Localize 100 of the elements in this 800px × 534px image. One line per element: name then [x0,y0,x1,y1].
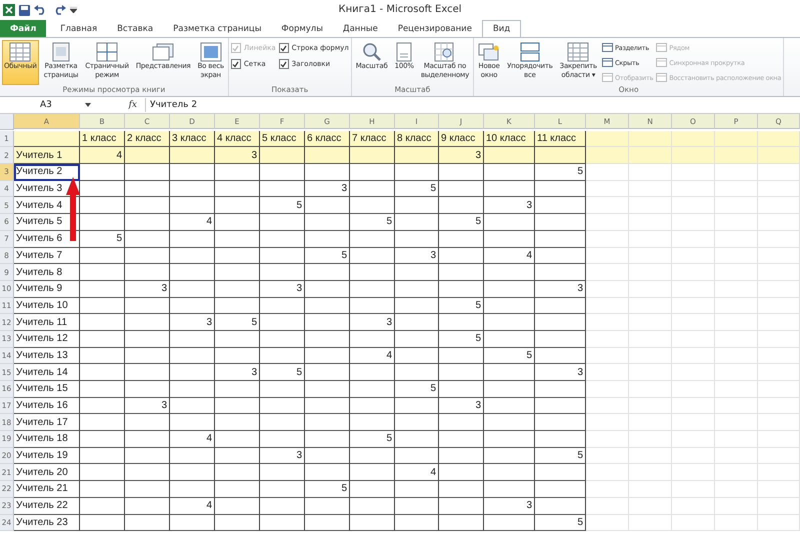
table-cell [395,280,439,298]
table-cell [672,481,715,498]
table-cell: 3 [125,398,170,414]
table-cell [170,448,215,464]
table-cell: 1 класс [80,130,125,148]
fx-label[interactable]: fx [99,100,141,110]
table-cell [439,448,484,464]
table-cell [586,348,629,364]
table-cell [535,481,586,498]
ribbon-tab[interactable]: Разметка страницы [163,20,272,37]
table-cell: 3 [535,364,586,381]
table-cell [715,464,758,482]
table-cell [395,264,439,281]
table-cell [125,147,170,164]
file-tab[interactable]: Файл [0,20,46,37]
table-cell [672,280,715,298]
table-cell: 10 класс [484,130,535,148]
table-cell [629,431,672,448]
table-cell [672,398,715,414]
table-cell: Учитель 22 [14,498,80,514]
table-cell [439,348,484,364]
table-cell [672,248,715,264]
table-cell [586,398,629,414]
table-cell [758,364,800,381]
table-cell [629,147,672,164]
table-cell: 3 [439,147,484,164]
table-cell [260,230,305,248]
window-icon [602,73,613,82]
table-cell [535,180,586,198]
table-cell [125,164,170,181]
window-icon [656,43,668,52]
table-cell [260,514,305,532]
table-cell [125,431,170,448]
table-cell [260,147,305,164]
table-cell [586,414,629,432]
view-icon [50,42,72,62]
table-cell: 3 [260,280,305,298]
table-cell [395,230,439,248]
table-cell [305,464,350,482]
table-cell [484,147,535,164]
table-cell [305,414,350,432]
view-icon [9,42,32,62]
ribbon-tab[interactable]: Формулы [271,20,333,37]
table-cell [305,164,350,181]
table-cell: Учитель 1 [14,147,80,164]
table-cell: 5 [535,164,586,181]
ribbon-tab[interactable]: Рецензирование [388,20,482,37]
table-cell [80,298,125,314]
table-cell [535,498,586,514]
table-cell [715,381,758,398]
table-cell [484,314,535,331]
table-cell [586,197,629,214]
table-cell [629,364,672,381]
table-cell [80,448,125,464]
table-cell [350,298,395,314]
table-cell: 5 [350,431,395,448]
table-cell [715,314,758,331]
table-cell [305,298,350,314]
table-cell [629,280,672,298]
ribbon-tab[interactable]: Главная [50,20,108,37]
table-cell [715,348,758,364]
name-box[interactable]: A3 [0,98,95,112]
table-cell [215,431,260,448]
ribbon-tab[interactable]: Вид [482,20,522,37]
table-cell [395,431,439,448]
ribbon-tab[interactable]: Данные [332,20,388,37]
table-cell [260,298,305,314]
table-cell [586,464,629,482]
table-cell [586,498,629,514]
table-cell [758,398,800,414]
table-cell [350,164,395,181]
table-cell [80,464,125,482]
table-cell [215,180,260,198]
table-cell [484,448,535,464]
table-cell: Учитель 16 [14,398,80,414]
table-cell: 5 [260,197,305,214]
table-cell [586,381,629,398]
table-cell [215,448,260,464]
table-cell [586,314,629,331]
ribbon-tab[interactable]: Вставка [107,20,164,37]
table-cell [715,130,758,148]
table-cell [629,448,672,464]
formula-input[interactable]: Учитель 2 [145,98,800,112]
table-cell [260,414,305,432]
table-cell [170,481,215,498]
table-cell [439,314,484,331]
table-cell [758,230,800,248]
customize-caret-icon[interactable] [70,7,77,13]
table-cell [260,381,305,398]
table-cell [125,264,170,281]
table-cell [395,364,439,381]
table-cell [758,164,800,181]
table-cell: 4 [170,214,215,231]
table-cell: 5 [215,314,260,331]
table-cell [535,298,586,314]
save-icon[interactable] [19,4,30,16]
table-cell [215,481,260,498]
table-cell [439,481,484,498]
table-cell [535,214,586,231]
window-title: Книга1 - Microsoft Excel [338,4,462,15]
